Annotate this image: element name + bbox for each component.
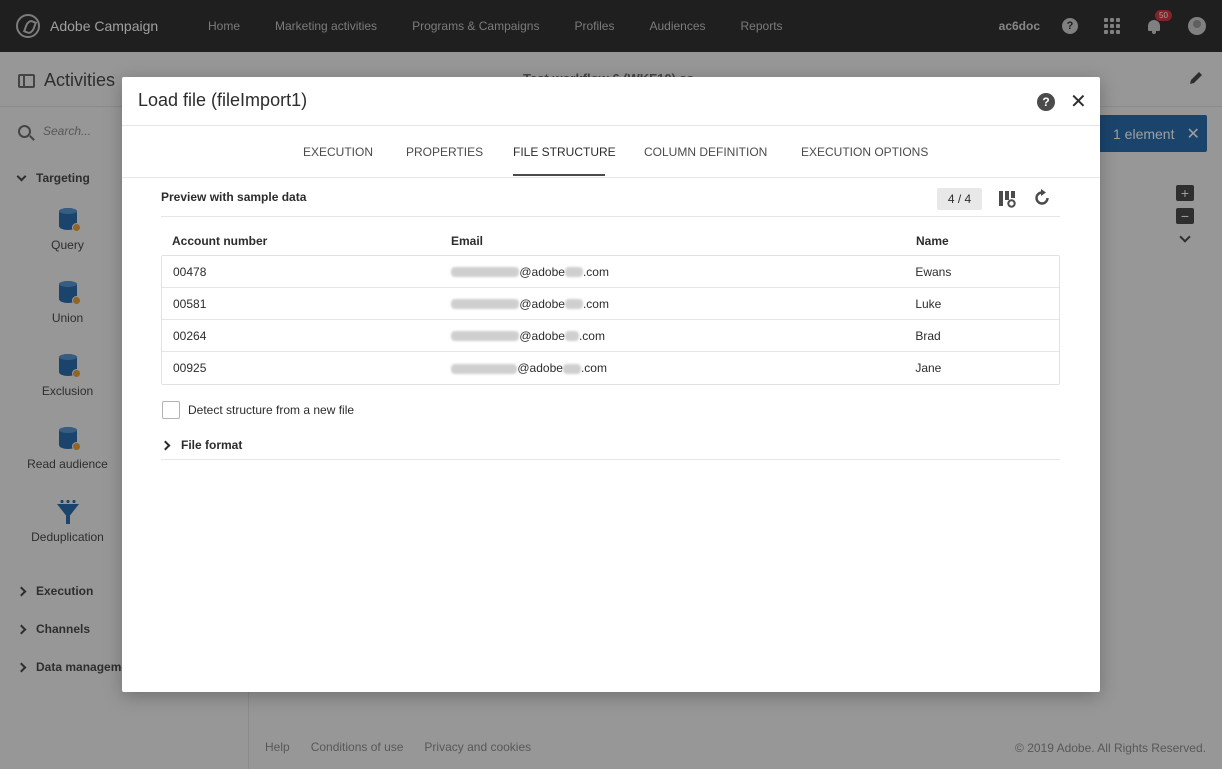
redacted-text bbox=[564, 267, 583, 278]
email-domain: @adobe bbox=[519, 264, 565, 279]
active-tab-indicator bbox=[513, 174, 605, 176]
redacted-text bbox=[451, 331, 520, 342]
email-tld: .com bbox=[578, 328, 605, 343]
file-format-label: File format bbox=[181, 438, 243, 452]
cell-email: @adobe .com bbox=[451, 361, 915, 375]
column-settings-icon[interactable] bbox=[998, 190, 1016, 208]
email-domain: @adobe bbox=[519, 296, 565, 311]
redacted-text bbox=[564, 299, 583, 310]
redacted-text bbox=[451, 267, 520, 278]
table-row: 00925 @adobe .com Jane bbox=[162, 352, 1059, 384]
redacted-text bbox=[451, 363, 518, 374]
detect-structure-checkbox[interactable] bbox=[162, 401, 180, 419]
cell-name: Ewans bbox=[915, 264, 952, 279]
redacted-text bbox=[564, 331, 579, 342]
load-file-dialog: Load file (fileImport1) ? ✕ EXECUTION PR… bbox=[122, 77, 1100, 692]
cell-email: @adobe .com bbox=[451, 329, 915, 343]
cell-name: Jane bbox=[915, 361, 942, 375]
file-format-section[interactable]: File format bbox=[160, 431, 1060, 460]
email-tld: .com bbox=[580, 361, 607, 375]
table-header: Account number Email Name bbox=[161, 227, 1060, 255]
chevron-right-icon bbox=[160, 440, 171, 450]
table-body: 00478 @adobe .com Ewans 00581 @adobe .com … bbox=[161, 255, 1060, 385]
column-header-email: Email bbox=[451, 234, 484, 248]
close-icon[interactable]: ✕ bbox=[1070, 89, 1087, 114]
tab-execution[interactable]: EXECUTION bbox=[303, 145, 373, 159]
table-row: 00581 @adobe .com Luke bbox=[162, 288, 1059, 320]
email-domain: @adobe bbox=[519, 328, 565, 343]
dialog-title: Load file (fileImport1) bbox=[138, 90, 308, 110]
tab-properties[interactable]: PROPERTIES bbox=[406, 145, 483, 159]
redacted-text bbox=[562, 363, 581, 374]
preview-header: Preview with sample data 4 / 4 bbox=[161, 179, 1060, 217]
dialog-tabs: EXECUTION PROPERTIES FILE STRUCTURE COLU… bbox=[122, 126, 1100, 178]
cell-name: Brad bbox=[915, 328, 941, 343]
detect-structure-label: Detect structure from a new file bbox=[188, 403, 355, 417]
email-domain: @adobe bbox=[517, 361, 563, 375]
help-icon[interactable]: ? bbox=[1037, 93, 1055, 111]
cell-account: 00581 bbox=[173, 296, 207, 311]
redacted-text bbox=[451, 299, 520, 310]
row-count-badge: 4 / 4 bbox=[937, 188, 982, 210]
cell-email: @adobe .com bbox=[451, 265, 915, 279]
tab-execution-options[interactable]: EXECUTION OPTIONS bbox=[801, 145, 928, 159]
tab-column-definition[interactable]: COLUMN DEFINITION bbox=[644, 145, 767, 159]
cell-account: 00925 bbox=[173, 361, 207, 375]
column-header-account: Account number bbox=[172, 234, 268, 248]
column-header-name: Name bbox=[916, 234, 949, 248]
email-tld: .com bbox=[582, 264, 609, 279]
cell-name: Luke bbox=[915, 296, 942, 311]
table-row: 00264 @adobe .com Brad bbox=[162, 320, 1059, 352]
preview-table: Account number Email Name 00478 @adobe .c… bbox=[161, 227, 1060, 385]
refresh-icon[interactable] bbox=[1033, 189, 1051, 207]
table-row: 00478 @adobe .com Ewans bbox=[162, 256, 1059, 288]
cell-account: 00264 bbox=[173, 328, 207, 343]
tab-file-structure[interactable]: FILE STRUCTURE bbox=[513, 145, 616, 159]
detect-structure-option[interactable]: Detect structure from a new file bbox=[162, 401, 354, 419]
cell-email: @adobe .com bbox=[451, 297, 915, 311]
preview-title: Preview with sample data bbox=[161, 190, 307, 204]
cell-account: 00478 bbox=[173, 264, 207, 279]
email-tld: .com bbox=[582, 296, 609, 311]
dialog-header: Load file (fileImport1) ? ✕ bbox=[122, 77, 1100, 126]
